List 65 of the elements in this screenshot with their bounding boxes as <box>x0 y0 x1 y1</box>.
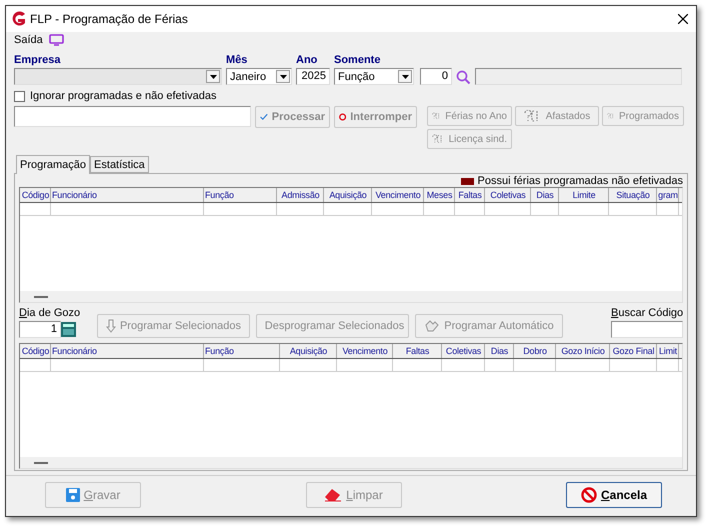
filter-select[interactable]: Função <box>334 68 414 85</box>
arrow-down-icon <box>106 319 116 333</box>
field-label: Ano <box>296 54 318 66</box>
month-select[interactable]: Janeiro <box>226 68 292 85</box>
field-label: Empresa <box>14 54 62 66</box>
app-logo-icon <box>10 11 26 27</box>
tab[interactable]: Estatística <box>90 156 149 173</box>
column-header[interactable]: Meses <box>424 188 455 202</box>
column-header[interactable]: Vencimento <box>337 344 393 358</box>
column-header[interactable]: Gozo Final <box>610 344 657 358</box>
scroll-grip-icon <box>34 296 48 298</box>
dropdown-arrow-icon <box>280 74 286 78</box>
dropdown-arrow-icon <box>210 74 216 78</box>
column-header[interactable]: Funcionário <box>51 344 204 358</box>
column-header[interactable]: Função <box>204 344 280 358</box>
window-title: FLP - Programação de Férias <box>30 12 189 26</box>
checkbox[interactable] <box>14 90 25 102</box>
column-header[interactable]: Gozo Início <box>556 344 610 358</box>
column-header[interactable]: Código <box>20 188 51 202</box>
cancel-icon <box>580 487 597 503</box>
status-field[interactable] <box>14 106 251 127</box>
column-header[interactable]: Dias <box>485 344 514 358</box>
data-grid[interactable]: Código Funcionário Função Admissão Aquisição Vencimento Meses Faltas Coletivas Dias Limite Situação gram <box>19 187 683 303</box>
column-header[interactable]: Limite <box>559 188 609 202</box>
year-field[interactable]: 2025 <box>296 68 330 85</box>
dropdown-arrow-icon <box>402 74 408 78</box>
tab[interactable]: Programação <box>16 155 90 174</box>
column-header[interactable]: Coletivas <box>485 188 531 202</box>
empresa-select[interactable] <box>14 68 222 85</box>
code-field[interactable]: 0 <box>420 68 452 85</box>
field-label: Somente <box>334 54 382 66</box>
column-header[interactable]: Admissão <box>277 188 324 202</box>
column-header[interactable]: Coletivas <box>442 344 485 358</box>
scroll-grip-icon <box>34 462 48 464</box>
column-header[interactable]: Situação <box>609 188 657 202</box>
query-icon <box>432 110 442 122</box>
column-header[interactable]: Faltas <box>393 344 442 358</box>
search-code-field[interactable] <box>611 321 683 338</box>
checkbox-label: Ignorar programadas e não efetivadas <box>30 90 217 102</box>
close-icon[interactable] <box>678 14 688 24</box>
column-header[interactable]: Funcionário <box>51 188 204 202</box>
eraser-icon <box>324 488 342 502</box>
column-header[interactable]: Dobro <box>514 344 556 358</box>
cancel-button[interactable]: Cancela <box>566 482 662 508</box>
column-header[interactable]: Aquisição <box>324 188 372 202</box>
column-header[interactable]: Limit <box>657 344 679 358</box>
column-header[interactable]: Aquisição <box>280 344 337 358</box>
column-header[interactable]: Faltas <box>455 188 485 202</box>
calculator-icon[interactable] <box>61 322 76 337</box>
column-header[interactable]: Dias <box>531 188 559 202</box>
field-label: Dia de Gozo <box>19 307 79 319</box>
field-label: Mês <box>226 54 248 66</box>
column-header[interactable]: Código <box>20 344 51 358</box>
day-field[interactable]: 1 <box>19 321 61 338</box>
column-header[interactable]: Função <box>204 188 277 202</box>
check-icon <box>260 111 268 123</box>
search-icon[interactable] <box>456 70 471 85</box>
description-field[interactable] <box>475 68 682 85</box>
menu-item[interactable]: Saída <box>14 34 43 46</box>
column-header[interactable]: Vencimento <box>372 188 424 202</box>
monitor-icon[interactable] <box>48 34 64 46</box>
column-header[interactable]: gram <box>657 188 679 202</box>
data-grid[interactable]: Código Funcionário Função Aquisição Vencimento Faltas Coletivas Dias Dobro Gozo Início Gozo Final Limit <box>19 343 683 469</box>
field-label: Buscar Código <box>611 307 683 319</box>
legend-label: Possui férias programadas não efetivadas <box>478 175 683 187</box>
